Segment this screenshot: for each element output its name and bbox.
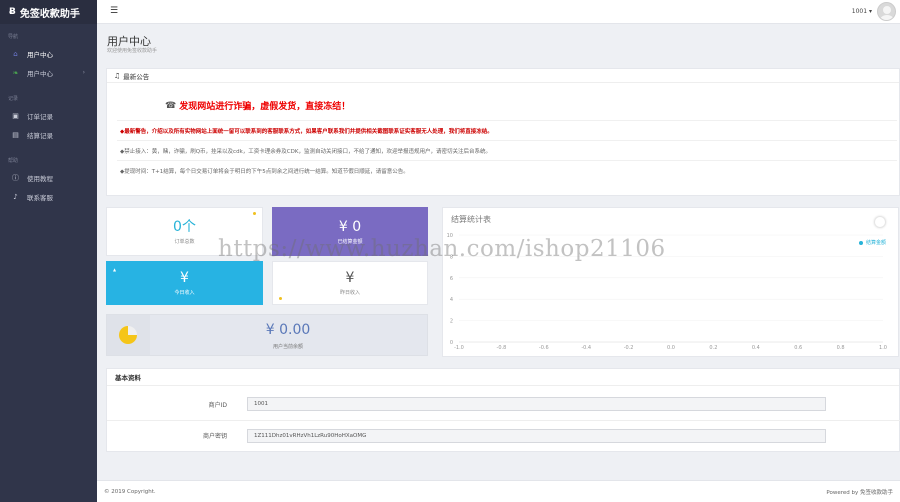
x-tick-label: -0.8: [497, 345, 507, 351]
order-icon: ▣: [12, 111, 19, 120]
arrow-up-icon: ▲: [113, 267, 117, 272]
bitcoin-icon: Ƀ: [9, 7, 16, 17]
sidebar-item-label: 结算记录: [27, 131, 53, 140]
notice-title: 最新公告: [123, 72, 150, 81]
top-bar: ☰ 1001 ▾: [97, 0, 900, 24]
stat-yesterday: ¥ 昨日收入: [272, 261, 428, 305]
home-icon: ⌂: [13, 49, 18, 58]
info-row-merchant-id: 商户ID 1001: [107, 389, 900, 419]
sidebar-item-user-center[interactable]: ⌂ 用户中心: [0, 44, 97, 63]
chart-plot: 10 8 6 4 2 0-1.0 -0.8 -0.6 -0.4 -0.2 0.0 0.2 0.4 0.6 0…: [447, 233, 887, 351]
settlement-chart: 结算统计表 结算金额 10 8 6 4 2 0 -1.0 -0.8 -0.6 -0.4 -0.2 0.…: [442, 207, 899, 357]
sidebar: Ƀ 免签收款助手 导航 ⌂ 用户中心 ❧ 用户中心 › 记录 ▣ 订单记录 ▤ …: [0, 0, 97, 502]
stat-today-label: 今日收入: [174, 290, 195, 296]
x-tick-label: 1.0: [879, 345, 887, 351]
page-subtitle: 欢迎使用免签收款助手: [107, 48, 158, 54]
stat-orders-label: 订单总数: [174, 238, 195, 245]
x-tick-label: 0.8: [837, 345, 845, 351]
merchant-id-field[interactable]: 1001: [247, 397, 826, 411]
indicator-dot: [279, 297, 282, 300]
footer-copyright: © 2019 Copyright.: [104, 488, 156, 495]
indicator-dot: [253, 212, 256, 215]
notice-row: ◆禁止接入：黄，赌，诈骗，刷Q币，挂采以及cdk，工资卡理余券及CDK，监测自动…: [117, 140, 897, 160]
megaphone-icon: ☎: [165, 100, 177, 111]
brand-name: 免签收款助手: [19, 8, 80, 20]
sidebar-item-label: 用户中心: [27, 69, 53, 78]
bell-icon: ♪: [13, 192, 18, 201]
nav-section-title: 记录: [8, 96, 19, 102]
sidebar-item-label: 用户中心: [27, 50, 53, 59]
x-tick-label: 0.0: [667, 345, 675, 351]
nav-section-title: 导航: [8, 34, 19, 40]
balance-card: ¥ 0.00 用户当前余额: [106, 314, 428, 356]
stat-paid: ¥ 0 已结算金额: [272, 207, 428, 256]
x-tick-label: 0.4: [752, 345, 760, 351]
y-tick-label: 8: [450, 254, 453, 260]
x-tick-label: -0.6: [539, 345, 549, 351]
sidebar-item-label: 使用教程: [27, 174, 53, 183]
stat-yesterday-value: ¥: [345, 270, 355, 286]
notice-row: ◆提现时间：T+1结算，每个日交易订单将会于明日的下午5点到余之间进行统一结算。…: [117, 160, 897, 180]
brand[interactable]: Ƀ 免签收款助手: [0, 0, 97, 24]
x-tick-label: -0.4: [581, 345, 591, 351]
sidebar-item-label: 订单记录: [27, 112, 53, 121]
stat-orders-value: 0个: [173, 218, 196, 235]
avatar: [877, 2, 896, 21]
sidebar-item-user-center-sub[interactable]: ❧ 用户中心 ›: [0, 63, 97, 82]
footer: © 2019 Copyright. Powered by 免签收款助手: [97, 480, 900, 502]
stat-paid-label: 已结算金额: [337, 238, 363, 245]
stat-today-value: ¥: [180, 270, 189, 286]
basic-info-title: 基本资料: [107, 369, 899, 386]
basic-info-card: 基本资料 商户ID 1001 商户密钥 1Z111Dhz01vRHzVh1LzR…: [106, 368, 900, 452]
stat-today: ▲ ¥ 今日收入: [106, 261, 263, 305]
notice-card: ♫ 最新公告 ☎ 发现网站进行诈骗，虚假发货，直接冻结！ ◆最新警告，介绍以及所…: [106, 68, 900, 196]
merchant-key-label: 商户密钥: [202, 433, 227, 440]
y-tick-label: 0: [450, 340, 453, 346]
footer-powered: Powered by 免签收款助手: [826, 489, 893, 496]
y-tick-label: 2: [450, 319, 453, 325]
stat-paid-value: ¥ 0: [338, 218, 362, 235]
stat-orders: 0个 订单总数: [106, 207, 263, 256]
y-tick-label: 6: [450, 276, 453, 282]
chevron-right-icon: ›: [82, 69, 85, 76]
user-name: 1001 ▾: [851, 8, 872, 15]
sidebar-item-support[interactable]: ♪ 联系客服: [0, 187, 97, 206]
merchant-id-label: 商户ID: [208, 401, 227, 409]
balance-label: 用户当前余额: [272, 344, 303, 350]
list-icon: ▤: [12, 130, 19, 139]
sidebar-item-orders[interactable]: ▣ 订单记录: [0, 106, 97, 125]
x-tick-label: 0.2: [709, 345, 717, 351]
bell-icon: ♫: [114, 71, 121, 80]
stat-yesterday-label: 昨日收入: [339, 290, 360, 296]
balance-value: ¥ 0.00: [265, 322, 311, 338]
sidebar-item-label: 联系客服: [27, 193, 53, 202]
info-icon: ⓘ: [12, 173, 19, 182]
notice-row: ◆最新警告，介绍以及所有实物网站上面统一留可以联系到的客服联系方式，如果客户联系…: [117, 120, 897, 140]
notice-header: ♫ 最新公告: [107, 69, 899, 83]
nav-section-title: 帮助: [8, 158, 19, 164]
user-menu[interactable]: 1001 ▾: [852, 2, 896, 21]
notice-warning: ☎ 发现网站进行诈骗，虚假发货，直接冻结！: [165, 99, 351, 113]
y-tick-label: 10: [447, 233, 453, 239]
notice-warning-text: 发现网站进行诈骗，虚假发货，直接冻结！: [179, 102, 351, 112]
leaf-icon: ❧: [12, 68, 19, 77]
y-tick-label: 4: [450, 297, 453, 303]
menu-icon[interactable]: ☰: [110, 6, 118, 16]
sidebar-item-tutorial[interactable]: ⓘ 使用教程: [0, 168, 97, 187]
info-row-merchant-key: 商户密钥 1Z111Dhz01vRHzVh1LzRu90HoHXaOMG: [107, 420, 900, 450]
x-tick-label: -0.2: [624, 345, 634, 351]
x-tick-label: 0.6: [794, 345, 802, 351]
x-tick-label: -1.0: [454, 345, 464, 351]
sidebar-item-settlements[interactable]: ▤ 结算记录: [0, 125, 97, 144]
merchant-key-field[interactable]: 1Z111Dhz01vRHzVh1LzRu90HoHXaOMG: [247, 428, 826, 443]
